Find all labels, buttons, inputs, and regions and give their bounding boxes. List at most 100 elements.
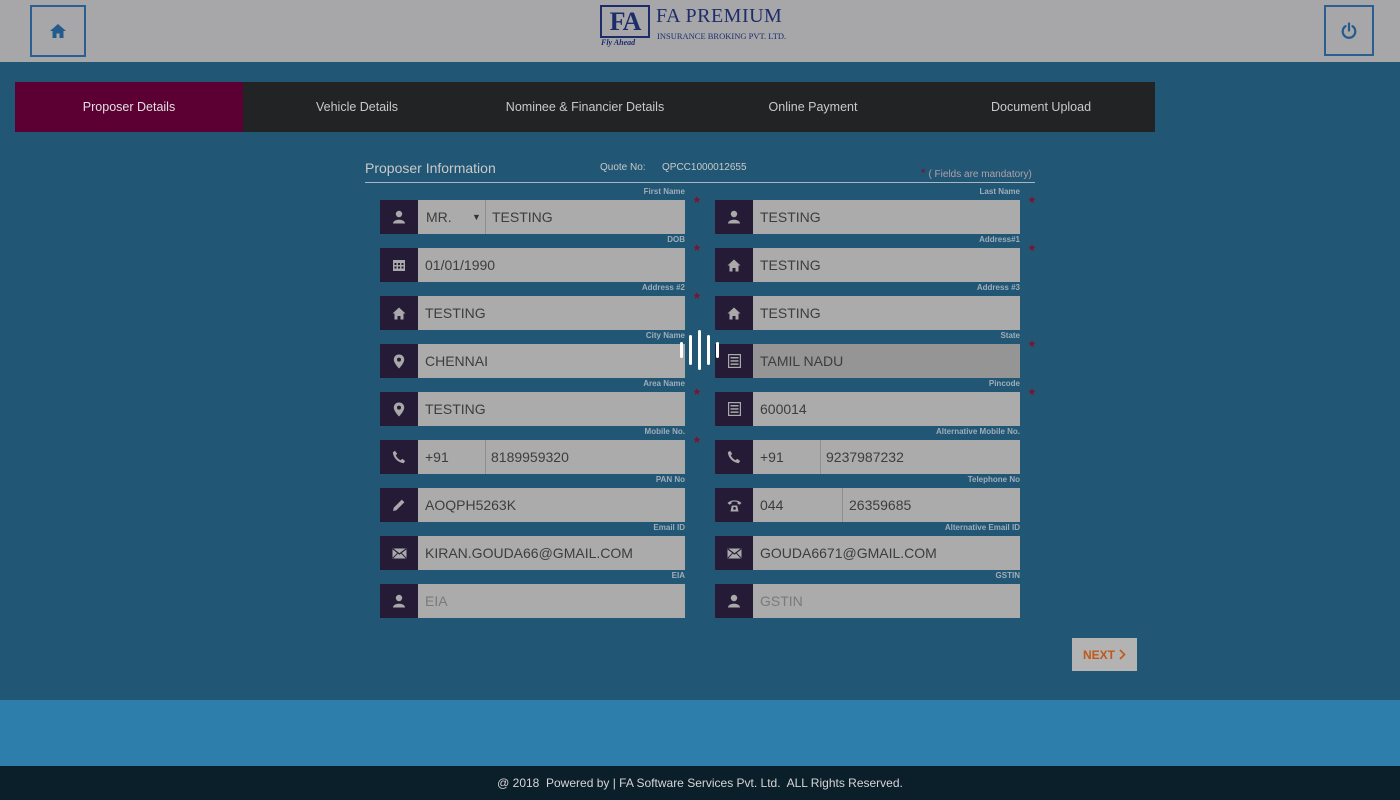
first-name-input[interactable]: TESTING [492, 200, 553, 234]
required-star: * [694, 386, 700, 403]
email-field: KIRAN.GOUDA66@GMAIL.COM [380, 536, 685, 570]
logo-name: FA PREMIUM [656, 5, 783, 27]
gstin-input[interactable]: GSTIN [760, 584, 803, 618]
phone-icon [715, 440, 753, 474]
pan-label: PAN No [655, 475, 685, 484]
quote-number: QPCC1000012655 [662, 162, 747, 173]
list-icon [715, 392, 753, 426]
calendar-icon [380, 248, 418, 282]
area-field: TESTING [380, 392, 685, 426]
pan-input[interactable]: AOQPH5263K [425, 488, 516, 522]
salutation-select[interactable]: MR. [426, 200, 452, 234]
field-separator [820, 440, 821, 474]
tab-document-upload[interactable]: Document Upload [927, 82, 1155, 132]
next-button[interactable]: NEXT [1072, 638, 1137, 671]
city-label: City Name [645, 331, 685, 340]
pan-field: AOQPH5263K [380, 488, 685, 522]
list-icon [715, 344, 753, 378]
address1-field: TESTING [715, 248, 1020, 282]
alt-email-field: GOUDA6671@GMAIL.COM [715, 536, 1020, 570]
last-name-label: Last Name [979, 187, 1020, 196]
section-divider [365, 182, 1035, 183]
wizard-tabs: Proposer Details Vehicle Details Nominee… [15, 82, 1155, 132]
address3-input[interactable]: TESTING [760, 296, 821, 330]
alt-email-input[interactable]: GOUDA6671@GMAIL.COM [760, 536, 937, 570]
address3-field: TESTING [715, 296, 1020, 330]
map-pin-icon [380, 344, 418, 378]
pincode-label: Pincode [988, 379, 1020, 388]
required-star: * [694, 290, 700, 307]
home-icon [715, 296, 753, 330]
state-label: State [1000, 331, 1020, 340]
state-input[interactable]: TAMIL NADU [760, 344, 843, 378]
logo-tagline: Fly Ahead [601, 38, 636, 47]
email-label: Email ID [653, 523, 685, 532]
home-icon [380, 296, 418, 330]
eia-field: EIA [380, 584, 685, 618]
address1-label: Address#1 [979, 235, 1020, 244]
section-title: Proposer Information [365, 160, 496, 176]
mobile-country-code[interactable]: +91 [425, 440, 449, 474]
mobile-input[interactable]: 8189959320 [491, 440, 569, 474]
map-pin-icon [380, 392, 418, 426]
field-separator [842, 488, 843, 522]
address1-input[interactable]: TESTING [760, 248, 821, 282]
envelope-icon [380, 536, 418, 570]
last-name-input[interactable]: TESTING [760, 200, 821, 234]
envelope-icon [715, 536, 753, 570]
pencil-icon [380, 488, 418, 522]
mobile-label: Mobile No. [644, 427, 685, 436]
user-icon [380, 200, 418, 234]
gstin-field: GSTIN [715, 584, 1020, 618]
address2-field: TESTING [380, 296, 685, 330]
first-name-label: First Name [643, 187, 685, 196]
required-star: * [694, 434, 700, 451]
mandatory-text: ( Fields are mandatory) [928, 169, 1032, 180]
address2-input[interactable]: TESTING [425, 296, 486, 330]
area-input[interactable]: TESTING [425, 392, 486, 426]
email-input[interactable]: KIRAN.GOUDA66@GMAIL.COM [425, 536, 633, 570]
field-separator [485, 200, 486, 234]
required-star: * [1029, 386, 1035, 403]
area-label: Area Name [643, 379, 685, 388]
required-star: * [694, 194, 700, 211]
alt-mobile-country-code[interactable]: +91 [760, 440, 784, 474]
top-header: FA Fly Ahead FA PREMIUM INSURANCE BROKIN… [0, 0, 1400, 62]
telephone-field: 044 26359685 [715, 488, 1020, 522]
logo-subtitle: INSURANCE BROKING PVT. LTD. [657, 31, 787, 41]
power-icon [1341, 21, 1357, 39]
user-icon [380, 584, 418, 618]
tab-nominee-financier-details[interactable]: Nominee & Financier Details [471, 82, 699, 132]
dob-field: 01/01/1990 [380, 248, 685, 282]
required-star: * [1029, 338, 1035, 355]
alt-email-label: Alternative Email ID [944, 523, 1020, 532]
required-star: * [1029, 194, 1035, 211]
city-input[interactable]: CHENNAI [425, 344, 488, 378]
loading-spinner-icon [680, 330, 720, 370]
telephone-icon [715, 488, 753, 522]
phone-icon [380, 440, 418, 474]
telephone-std-code[interactable]: 044 [760, 488, 783, 522]
address3-label: Address #3 [976, 283, 1020, 292]
pincode-input[interactable]: 600014 [760, 392, 807, 426]
telephone-input[interactable]: 26359685 [849, 488, 911, 522]
tab-proposer-details[interactable]: Proposer Details [15, 82, 243, 132]
alt-mobile-input[interactable]: 9237987232 [826, 440, 904, 474]
chevron-down-icon: ▼ [472, 212, 481, 222]
field-separator [485, 440, 486, 474]
tab-online-payment[interactable]: Online Payment [699, 82, 927, 132]
home-button[interactable] [30, 5, 86, 57]
last-name-field: TESTING [715, 200, 1020, 234]
user-icon [715, 584, 753, 618]
logout-button[interactable] [1324, 5, 1374, 56]
dob-input[interactable]: 01/01/1990 [425, 248, 495, 282]
logo-mark: FA [600, 5, 650, 38]
alt-mobile-label: Alternative Mobile No. [935, 427, 1020, 436]
quote-label: Quote No: [600, 162, 646, 173]
user-icon [715, 200, 753, 234]
mandatory-note: * ( Fields are mandatory) [921, 166, 1032, 180]
next-label: NEXT [1082, 647, 1115, 662]
address2-label: Address #2 [641, 283, 685, 292]
eia-input[interactable]: EIA [425, 584, 448, 618]
tab-vehicle-details[interactable]: Vehicle Details [243, 82, 471, 132]
